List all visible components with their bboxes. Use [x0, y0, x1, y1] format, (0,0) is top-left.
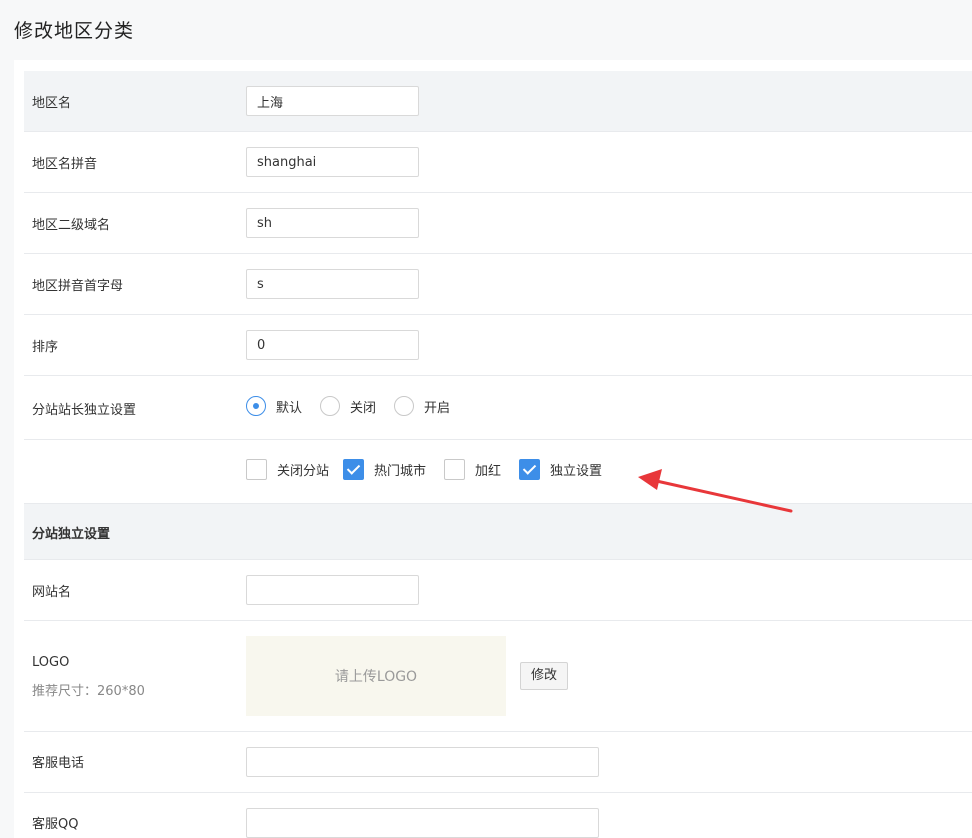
initial-label: 地区拼音首字母 — [32, 279, 124, 294]
stationmaster-label: 分站站长独立设置 — [32, 403, 137, 418]
phone-label: 客服电话 — [32, 756, 85, 771]
row-stationmaster: 分站站长独立设置 默认 关闭 开启 — [24, 376, 972, 440]
form-panel: 地区名 地区名拼音 地区二级域名 地区拼音首字母 排序 分站站长独立设置 默认 … — [14, 60, 972, 838]
stationmaster-radio-group: 默认 关闭 开启 — [246, 396, 468, 416]
pinyin-label: 地区名拼音 — [32, 157, 98, 172]
logo-upload-area[interactable]: 请上传LOGO — [246, 636, 506, 716]
row-site-name: 网站名 — [24, 560, 972, 621]
checkbox-close-substation[interactable] — [246, 459, 267, 480]
checkbox-independent-label: 独立设置 — [550, 464, 603, 479]
checkbox-red[interactable] — [444, 459, 466, 480]
page-title: 修改地区分类 — [14, 20, 135, 42]
radio-default-label: 默认 — [276, 400, 303, 416]
annotation-arrow-icon — [638, 469, 793, 513]
row-phone: 客服电话 — [24, 732, 972, 793]
checkbox-independent[interactable] — [519, 459, 541, 480]
row-region-name: 地区名 — [24, 71, 972, 132]
logo-edit-button[interactable]: 修改 — [520, 662, 569, 690]
pinyin-input[interactable] — [246, 147, 419, 177]
sort-input[interactable] — [246, 330, 419, 360]
site-name-label: 网站名 — [32, 585, 72, 600]
checkbox-hot-city[interactable] — [343, 459, 365, 480]
logo-upload-placeholder: 请上传LOGO — [334, 669, 418, 685]
radio-open-label: 开启 — [424, 400, 451, 416]
row-pinyin: 地区名拼音 — [24, 132, 972, 193]
row-qq: 客服QQ — [24, 793, 972, 838]
flags-check-group: 关闭分站 热门城市 加红 独立设置 — [246, 459, 620, 480]
radio-close-label: 关闭 — [350, 400, 377, 416]
phone-input[interactable] — [246, 747, 599, 777]
checkbox-red-label: 加红 — [475, 464, 502, 479]
row-subdomain: 地区二级域名 — [24, 193, 972, 254]
region-name-input[interactable] — [246, 86, 419, 116]
row-logo: LOGO 推荐尺寸：260*80 请上传LOGO 修改 — [24, 621, 972, 732]
checkbox-close-substation-label: 关闭分站 — [277, 464, 330, 479]
row-sort: 排序 — [24, 315, 972, 376]
row-initial: 地区拼音首字母 — [24, 254, 972, 315]
sort-label: 排序 — [32, 340, 59, 355]
qq-label: 客服QQ — [32, 817, 79, 832]
section-header-independent: 分站独立设置 — [24, 504, 972, 560]
radio-default[interactable] — [246, 396, 266, 416]
site-name-input[interactable] — [246, 575, 419, 605]
logo-label: LOGO — [32, 655, 70, 670]
section-title: 分站独立设置 — [32, 527, 111, 542]
qq-input[interactable] — [246, 808, 599, 838]
checkbox-hot-city-label: 热门城市 — [374, 464, 427, 479]
initial-input[interactable] — [246, 269, 419, 299]
subdomain-label: 地区二级域名 — [32, 218, 111, 233]
radio-close[interactable] — [320, 396, 341, 416]
radio-open[interactable] — [394, 396, 415, 416]
row-flags: 关闭分站 热门城市 加红 独立设置 — [24, 440, 972, 504]
logo-size-hint: 推荐尺寸：260*80 — [32, 684, 145, 699]
subdomain-input[interactable] — [246, 208, 419, 238]
region-name-label: 地区名 — [32, 96, 72, 111]
